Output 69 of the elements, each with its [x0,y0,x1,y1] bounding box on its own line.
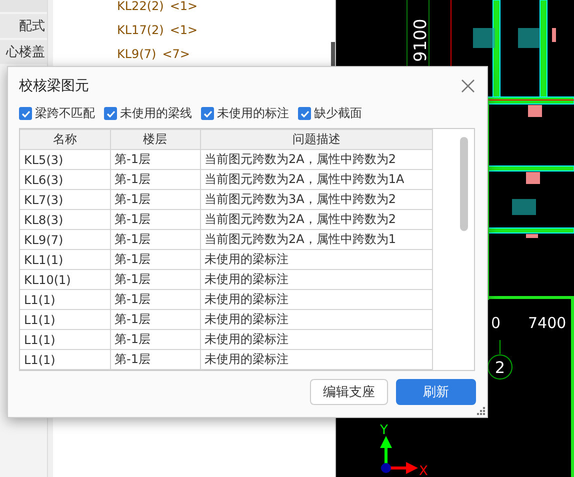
table-cell: 未使用的梁标注 [200,270,432,290]
table-cell: L1(1) [20,310,110,330]
table-cell: L1(1) [20,290,110,310]
table-cell: 第-1层 [110,330,200,350]
table-cell: 第-1层 [110,210,200,230]
member-name: KL17(2) [117,23,164,37]
member-count: <7> [162,47,190,61]
checkmark-icon [202,108,212,118]
table-cell: 第-1层 [110,350,200,370]
checkmark-icon [20,108,30,118]
member-name: KL9(7) [117,47,156,61]
table-cell: 未使用的梁标注 [200,330,432,350]
close-icon[interactable] [461,79,475,93]
resize-grip-icon[interactable] [477,407,485,415]
member-item[interactable]: KL9(7) <7> [117,44,190,64]
table-cell: 第-1层 [110,270,200,290]
table-cell: 当前图元跨数为2A，属性中跨数为1 [200,230,432,250]
dimension-text: 7400 [528,314,566,332]
member-item[interactable]: KL17(2) <1> [117,20,198,40]
table-cell: KL10(1) [20,270,110,290]
table-cell: 未使用的梁标注 [200,310,432,330]
refresh-button[interactable]: 刷新 [396,379,476,405]
filter-checkbox[interactable]: 梁跨不匹配 [19,105,95,122]
table-cell: KL8(3) [20,210,110,230]
table-cell: 第-1层 [110,170,200,190]
dialog-title: 校核梁图元 [19,77,89,95]
column-header[interactable]: 名称 [20,130,110,150]
table-cell: 第-1层 [110,190,200,210]
dimension-text: 9100 [411,18,431,62]
column-header[interactable]: 楼层 [110,130,200,150]
axis-label: Y [380,423,388,438]
table-cell: 当前图元跨数为2A，属性中跨数为1A [200,170,432,190]
table-cell: 当前图元跨数为3A，属性中跨数为2 [200,190,432,210]
sidebar-item[interactable]: 配式 [0,14,47,38]
table-cell: 第-1层 [110,310,200,330]
table-cell: 第-1层 [110,150,200,170]
axis-label: X [419,464,428,477]
table-cell: KL6(3) [20,170,110,190]
member-item[interactable]: KL22(2) <1> [117,0,198,16]
filter-checkbox[interactable]: 未使用的梁线 [104,105,192,122]
origin-dot [381,463,391,473]
filter-checkbox[interactable]: 未使用的标注 [201,105,289,122]
column-header[interactable]: 问题描述 [200,130,432,150]
table-cell: 未使用的梁标注 [200,350,432,370]
member-count: <1> [170,23,198,37]
table-cell: 当前图元跨数为2A，属性中跨数为2 [200,210,432,230]
dimension-text: 0 [491,314,501,332]
table-cell: KL5(3) [20,150,110,170]
table-cell: KL7(3) [20,190,110,210]
table-cell: 第-1层 [110,290,200,310]
checkmark-icon [106,108,116,118]
sidebar-item[interactable]: 心楼盖 [0,40,47,64]
table-cell: 当前图元跨数为2A，属性中跨数为2 [200,150,432,170]
table-cell: 第-1层 [110,230,200,250]
scrollbar-thumb[interactable] [331,42,335,66]
table-cell: 未使用的梁标注 [200,290,432,310]
table-cell: L1(1) [20,350,110,370]
filter-checkbox[interactable]: 缺少截面 [298,105,362,122]
member-count: <1> [170,0,198,13]
table-cell: KL9(7) [20,230,110,250]
table-cell: KL1(1) [20,250,110,270]
table-cell: 第-1层 [110,250,200,270]
scrollbar-thumb[interactable] [460,137,468,231]
table-cell: 未使用的梁标注 [200,250,432,270]
member-name: KL22(2) [117,0,164,13]
table-cell: L1(1) [20,330,110,350]
edit-support-button[interactable]: 编辑支座 [310,379,388,405]
checkmark-icon [300,108,310,118]
axis-marker-label: 2 [494,358,506,377]
